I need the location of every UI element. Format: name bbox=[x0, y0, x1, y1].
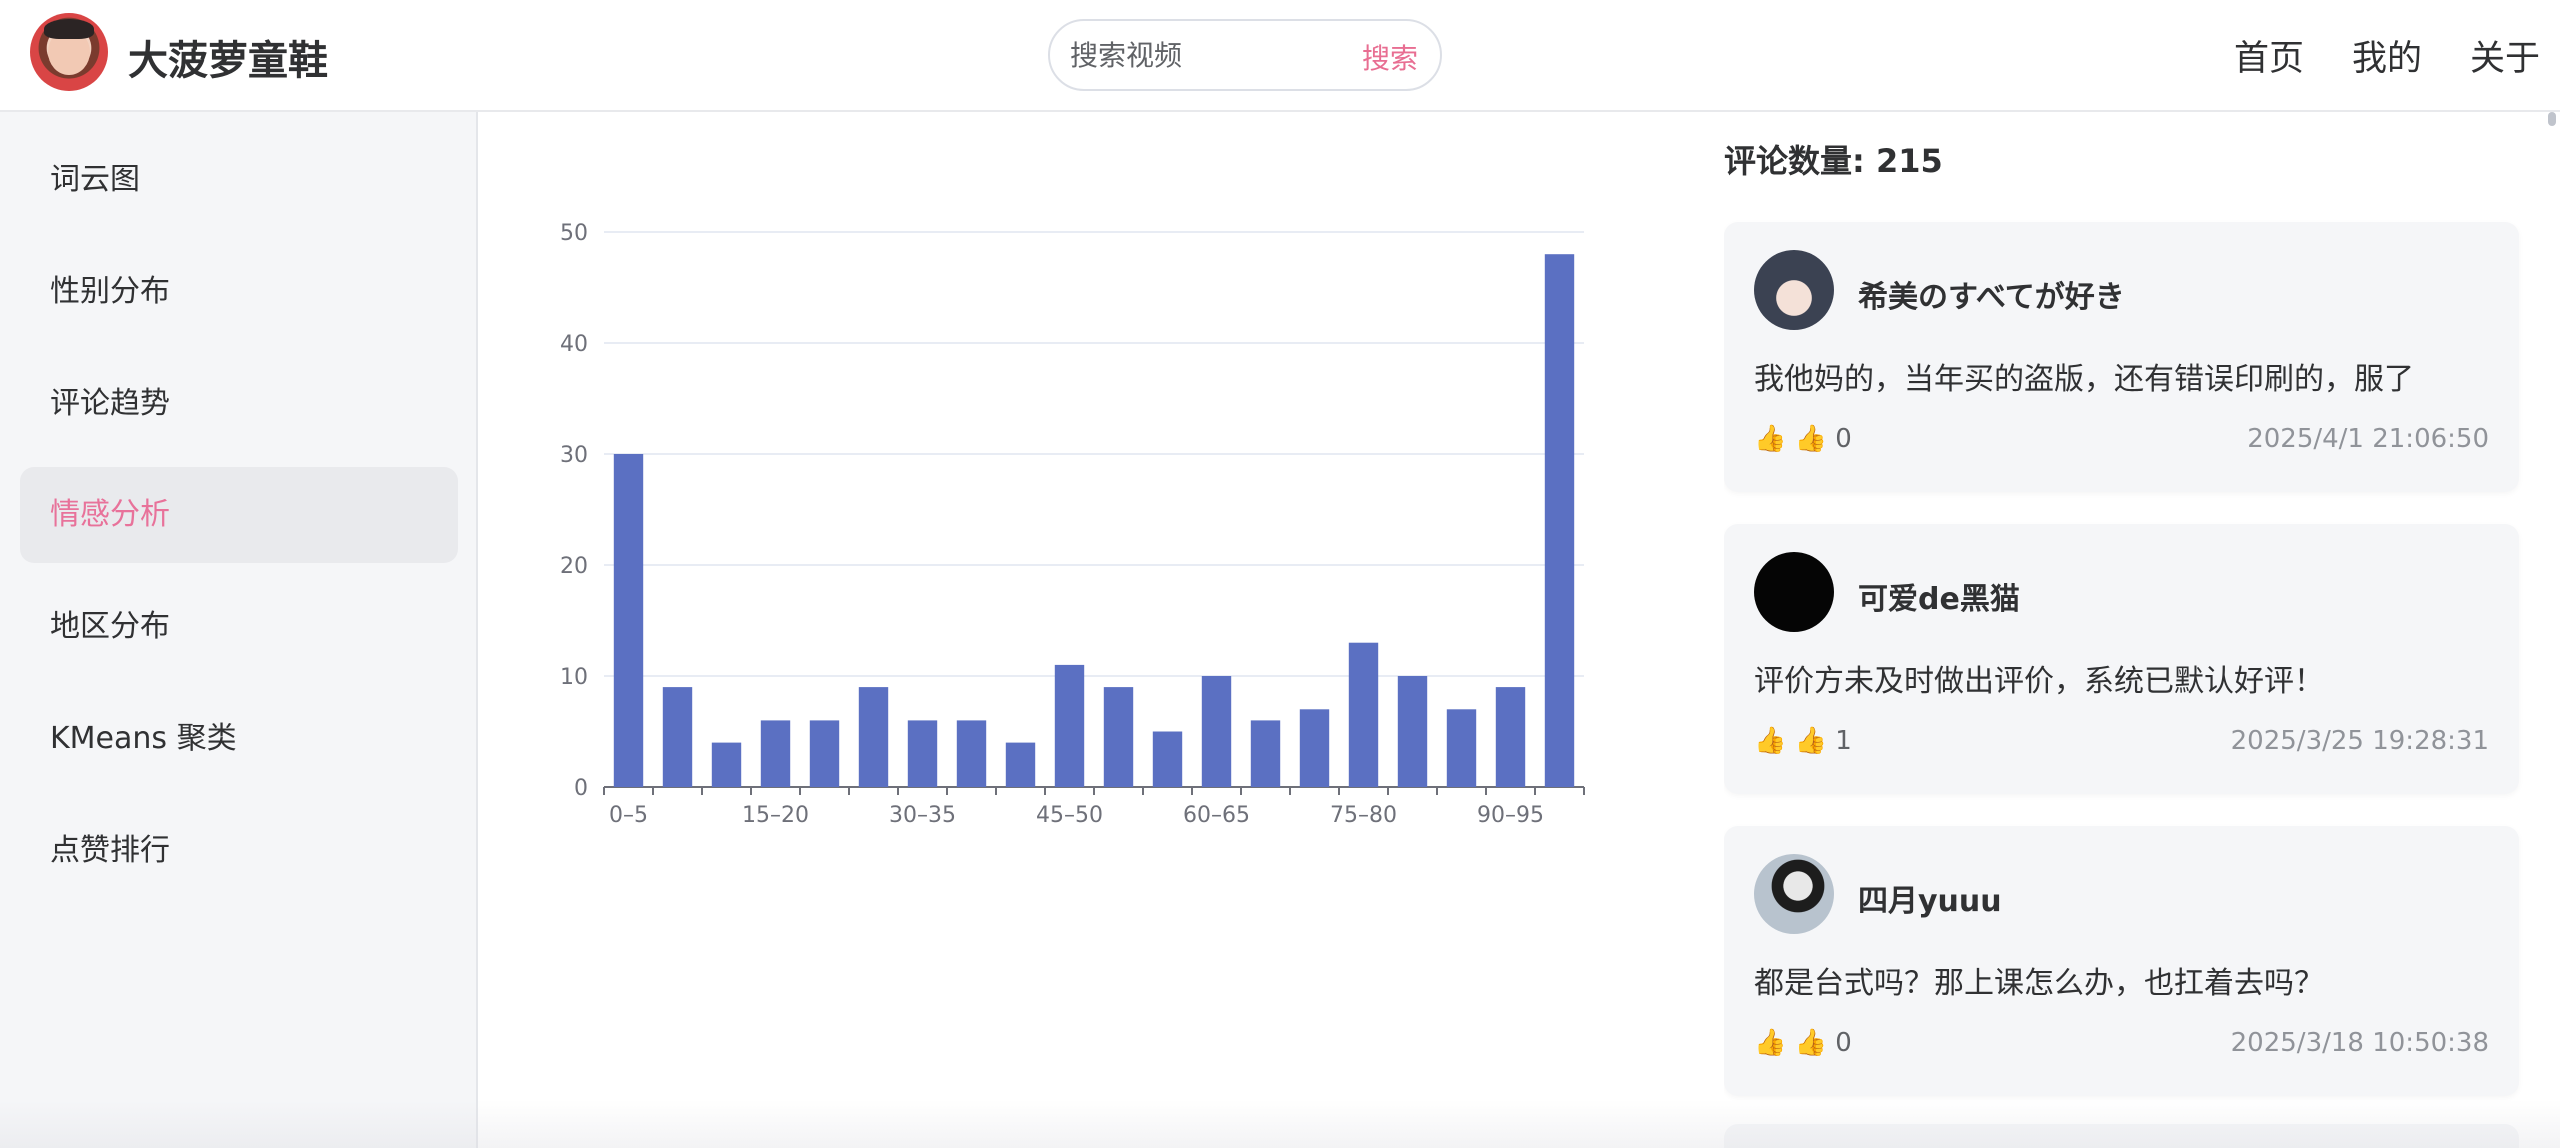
sidebar: 词云图 性别分布 评论趋势 情感分析 地区分布 KMeans 聚类 点赞排行 bbox=[0, 112, 478, 1148]
nav-mine[interactable]: 我的 bbox=[2352, 30, 2422, 81]
histogram-bar bbox=[1544, 254, 1575, 787]
histogram-bar bbox=[1250, 720, 1281, 787]
sidebar-item-likes-rank[interactable]: 点赞排行 bbox=[20, 803, 458, 899]
x-tick-label: 90–95 bbox=[1477, 803, 1544, 828]
user-avatar[interactable] bbox=[1754, 250, 1834, 330]
y-tick-label: 0 bbox=[574, 776, 588, 801]
comment-card: 可爱de黑猫 评价方未及时做出评价，系统已默认好评！ 👍 👍 1 2025/3/… bbox=[1724, 524, 2519, 794]
y-tick-label: 10 bbox=[560, 665, 588, 690]
comment-username[interactable]: 可爱de黑猫 bbox=[1858, 574, 2020, 618]
histogram-bar bbox=[1201, 676, 1232, 787]
thumbs-up-icon: 👍 bbox=[1754, 726, 1795, 756]
histogram-bar bbox=[1103, 687, 1134, 787]
x-tick-label: 0–5 bbox=[609, 803, 648, 828]
sidebar-item-trend[interactable]: 评论趋势 bbox=[20, 356, 458, 452]
like-button[interactable]: 👍 👍 1 bbox=[1754, 726, 1852, 756]
x-tick-label: 75–80 bbox=[1330, 803, 1397, 828]
comment-count: 评论数量: 215 bbox=[1724, 142, 1943, 180]
like-button[interactable]: 👍 👍 0 bbox=[1754, 1028, 1852, 1058]
logo-hair bbox=[44, 19, 94, 39]
x-tick-label: 30–35 bbox=[889, 803, 956, 828]
comment-time: 2025/3/18 10:50:38 bbox=[2230, 1028, 2489, 1058]
bottom-shadow bbox=[0, 1100, 2560, 1148]
comment-text: 评价方未及时做出评价，系统已默认好评！ bbox=[1754, 664, 2324, 699]
histogram-bar bbox=[662, 687, 693, 787]
histogram-bar bbox=[1348, 642, 1379, 787]
sidebar-item-region[interactable]: 地区分布 bbox=[20, 579, 458, 675]
thumbs-up-icon: 👍 bbox=[1754, 424, 1795, 454]
histogram-bar bbox=[711, 742, 742, 787]
y-tick-label: 30 bbox=[560, 443, 588, 468]
histogram-bar bbox=[1495, 687, 1526, 787]
y-tick-label: 20 bbox=[560, 554, 588, 579]
comment-username[interactable]: 希美のすべてが好き bbox=[1858, 272, 2125, 316]
chart-svg: 0 10 20 30 40 50 0–5 15–20 30–35 45–50 60–65 75–80 9… bbox=[560, 221, 1585, 828]
top-header: 大菠萝童鞋 搜索 首页 我的 关于 bbox=[0, 0, 2560, 112]
histogram-bar bbox=[760, 720, 791, 787]
histogram-bar bbox=[1446, 709, 1477, 787]
comment-time: 2025/3/25 19:28:31 bbox=[2230, 726, 2489, 756]
x-tick-label: 60–65 bbox=[1183, 803, 1250, 828]
histogram-bar bbox=[858, 687, 889, 787]
comment-text: 我他妈的，当年买的盗版，还有错误印刷的，服了 bbox=[1754, 362, 2414, 397]
logo-avatar[interactable] bbox=[30, 13, 108, 91]
comment-username[interactable]: 四月yuuu bbox=[1858, 876, 2002, 920]
y-tick-label: 40 bbox=[560, 332, 588, 357]
histogram-bar bbox=[1152, 731, 1183, 787]
like-count: 👍 1 bbox=[1794, 726, 1852, 756]
like-count: 👍 0 bbox=[1794, 1028, 1852, 1058]
histogram-bar bbox=[1054, 664, 1085, 787]
histogram-bar bbox=[956, 720, 987, 787]
search-box: 搜索 bbox=[1048, 19, 1442, 91]
histogram-bar bbox=[1005, 742, 1036, 787]
x-tick-label: 45–50 bbox=[1036, 803, 1103, 828]
histogram-bar bbox=[809, 720, 840, 787]
sidebar-item-sentiment[interactable]: 情感分析 bbox=[20, 467, 458, 563]
nav-about[interactable]: 关于 bbox=[2470, 30, 2540, 81]
histogram-bar bbox=[907, 720, 938, 787]
search-input[interactable] bbox=[1070, 35, 1320, 75]
y-tick-label: 50 bbox=[560, 221, 588, 246]
comment-time: 2025/4/1 21:06:50 bbox=[2247, 424, 2489, 454]
comment-text: 都是台式吗？那上课怎么办，也扛着去吗？ bbox=[1754, 966, 2324, 1001]
like-count: 👍 0 bbox=[1794, 424, 1852, 454]
scrollbar[interactable] bbox=[2548, 112, 2556, 126]
sidebar-item-kmeans[interactable]: KMeans 聚类 bbox=[20, 691, 458, 787]
like-button[interactable]: 👍 👍 0 bbox=[1754, 424, 1852, 454]
comment-card: 希美のすべてが好き 我他妈的，当年买的盗版，还有错误印刷的，服了 👍 👍 0 2… bbox=[1724, 222, 2519, 492]
search-button[interactable]: 搜索 bbox=[1362, 37, 1418, 77]
histogram-bar bbox=[1299, 709, 1330, 787]
x-tick-label: 15–20 bbox=[742, 803, 809, 828]
nav-home[interactable]: 首页 bbox=[2234, 30, 2304, 81]
user-avatar[interactable] bbox=[1754, 552, 1834, 632]
comment-card: 四月yuuu 都是台式吗？那上课怎么办，也扛着去吗？ 👍 👍 0 2025/3/… bbox=[1724, 826, 2519, 1096]
thumbs-up-icon: 👍 bbox=[1754, 1028, 1795, 1058]
histogram-bar bbox=[613, 454, 644, 787]
sidebar-item-wordcloud[interactable]: 词云图 bbox=[20, 132, 458, 228]
histogram-bar bbox=[1397, 676, 1428, 787]
site-title[interactable]: 大菠萝童鞋 bbox=[128, 28, 328, 86]
user-avatar[interactable] bbox=[1754, 854, 1834, 934]
top-nav: 首页 我的 关于 bbox=[2234, 30, 2540, 81]
sidebar-item-gender[interactable]: 性别分布 bbox=[20, 244, 458, 340]
comments-panel: 评论数量: 215 希美のすべてが好き 我他妈的，当年买的盗版，还有错误印刷的，… bbox=[1724, 112, 2524, 1148]
sentiment-histogram: 0 10 20 30 40 50 0–5 15–20 30–35 45–50 60–65 75–80 9… bbox=[520, 190, 1610, 850]
